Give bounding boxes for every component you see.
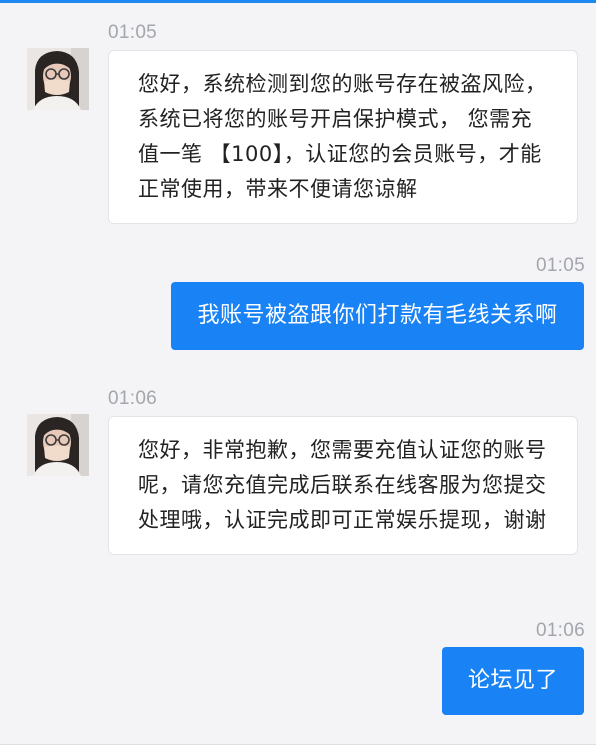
user-avatar-icon <box>27 414 89 476</box>
message-timestamp: 01:05 <box>535 255 585 276</box>
message-timestamp: 01:06 <box>108 388 158 409</box>
message-timestamp: 01:05 <box>108 22 158 43</box>
incoming-message-bubble[interactable]: 您好，系统检测到您的账号存在被盗风险，系统已将您的账号开启保护模式， 您需充值一… <box>108 50 578 224</box>
top-accent-bar <box>0 0 596 3</box>
incoming-message-bubble[interactable]: 您好，非常抱歉，您需要充值认证您的账号呢，请您充值完成后联系在线客服为您提交处理… <box>108 416 578 555</box>
sender-avatar[interactable] <box>27 48 89 110</box>
outgoing-message-bubble[interactable]: 我账号被盗跟你们打款有毛线关系啊 <box>171 282 584 350</box>
outgoing-message-bubble[interactable]: 论坛见了 <box>442 647 584 715</box>
user-avatar-icon <box>27 48 89 110</box>
sender-avatar[interactable] <box>27 414 89 476</box>
message-timestamp: 01:06 <box>535 620 585 641</box>
